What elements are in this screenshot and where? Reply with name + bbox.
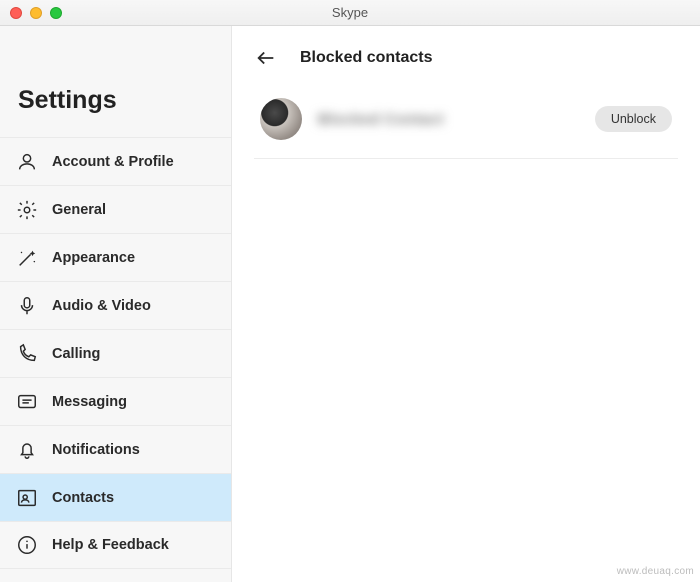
bell-icon	[16, 439, 38, 461]
sidebar-item-help-feedback[interactable]: Help & Feedback	[0, 521, 231, 569]
contacts-icon	[16, 487, 38, 509]
sidebar-item-general[interactable]: General	[0, 185, 231, 233]
sidebar-item-messaging[interactable]: Messaging	[0, 377, 231, 425]
sidebar-item-appearance[interactable]: Appearance	[0, 233, 231, 281]
settings-sidebar: Settings Account & Profile General Appea…	[0, 26, 232, 582]
sidebar-item-contacts[interactable]: Contacts	[0, 473, 231, 521]
content-pane: Blocked contacts Blocked Contact Unblock	[232, 26, 700, 582]
info-icon	[16, 534, 38, 556]
blocked-contact-row: Blocked Contact Unblock	[254, 88, 678, 159]
close-window-button[interactable]	[10, 7, 22, 19]
maximize-window-button[interactable]	[50, 7, 62, 19]
magic-wand-icon	[16, 247, 38, 269]
sidebar-item-notifications[interactable]: Notifications	[0, 425, 231, 473]
sidebar-item-label: Contacts	[52, 490, 114, 506]
page-title: Blocked contacts	[300, 49, 432, 67]
sidebar-item-label: Account & Profile	[52, 154, 174, 170]
person-icon	[16, 151, 38, 173]
gear-icon	[16, 199, 38, 221]
sidebar-item-label: Notifications	[52, 442, 140, 458]
window-title: Skype	[0, 5, 700, 20]
sidebar-item-calling[interactable]: Calling	[0, 329, 231, 377]
sidebar-item-account-profile[interactable]: Account & Profile	[0, 137, 231, 185]
watermark: www.deuaq.com	[617, 566, 694, 577]
unblock-button[interactable]: Unblock	[595, 106, 672, 132]
sidebar-item-audio-video[interactable]: Audio & Video	[0, 281, 231, 329]
sidebar-item-label: Help & Feedback	[52, 537, 169, 553]
back-button[interactable]	[254, 46, 278, 70]
message-icon	[16, 391, 38, 413]
contact-name: Blocked Contact	[318, 111, 444, 128]
sidebar-item-label: Audio & Video	[52, 298, 151, 314]
avatar	[260, 98, 302, 140]
minimize-window-button[interactable]	[30, 7, 42, 19]
microphone-icon	[16, 295, 38, 317]
sidebar-item-label: Calling	[52, 346, 100, 362]
sidebar-item-label: General	[52, 202, 106, 218]
sidebar-item-label: Messaging	[52, 394, 127, 410]
window-titlebar: Skype	[0, 0, 700, 26]
settings-heading: Settings	[0, 26, 231, 137]
window-controls	[0, 7, 62, 19]
phone-icon	[16, 343, 38, 365]
sidebar-item-label: Appearance	[52, 250, 135, 266]
